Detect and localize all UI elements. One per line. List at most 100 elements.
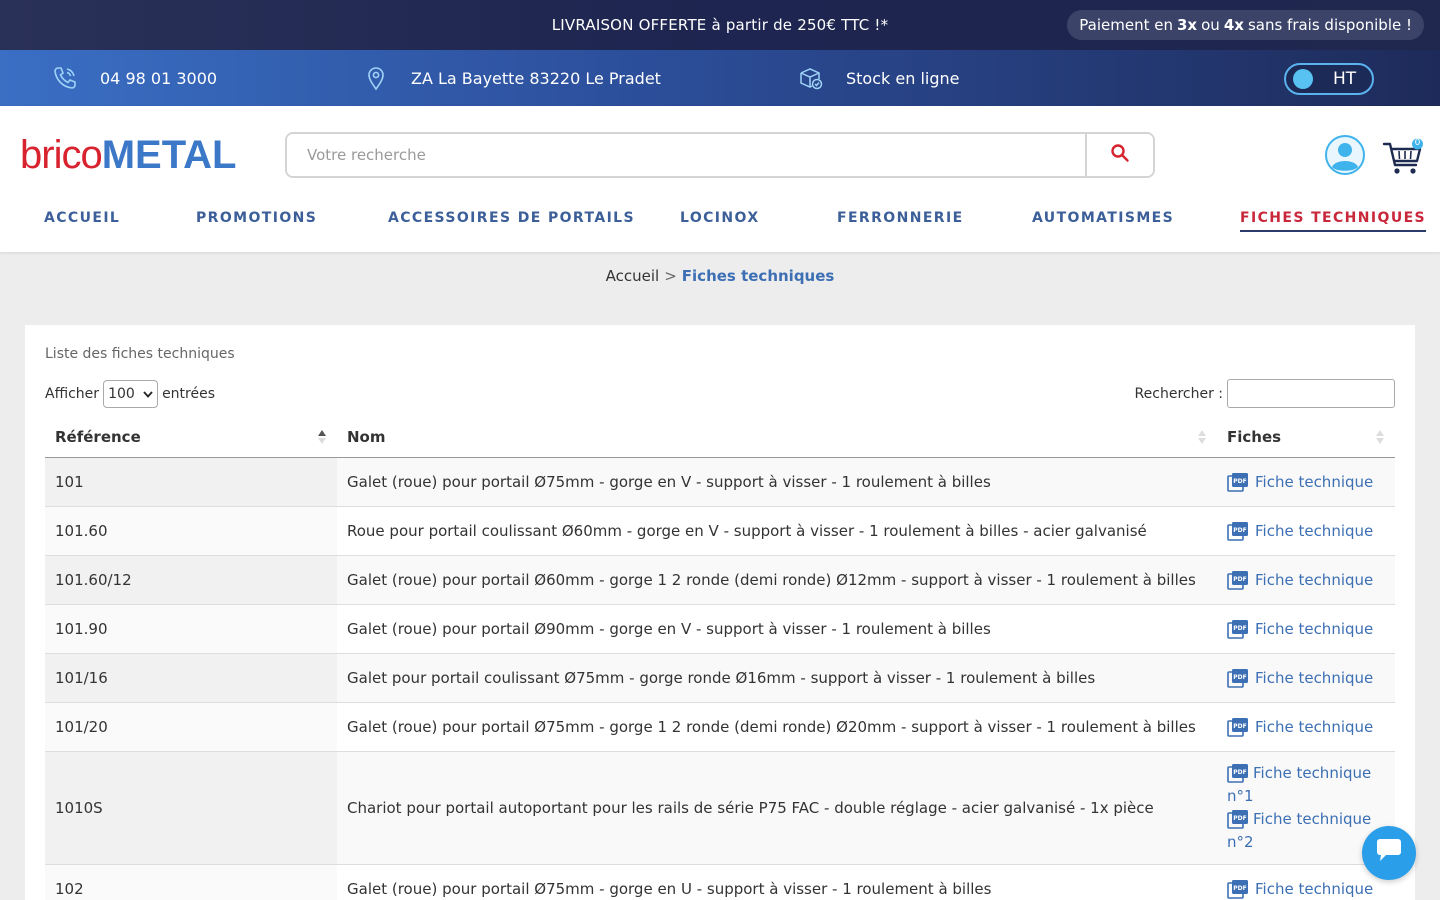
- address-info[interactable]: ZA La Bayette 83220 Le Pradet: [363, 50, 661, 106]
- row-nom: Galet (roue) pour portail Ø75mm - gorge …: [337, 701, 1217, 751]
- svg-text:PDF: PDF: [1233, 674, 1246, 681]
- search-box: [285, 132, 1155, 178]
- phone-icon: [52, 65, 78, 91]
- datasheet-link[interactable]: PDF Fiche technique: [1227, 472, 1385, 492]
- table-search-input[interactable]: [1227, 379, 1395, 408]
- stock-info[interactable]: Stock en ligne: [798, 50, 959, 106]
- nav-accueil[interactable]: ACCUEIL: [44, 210, 120, 226]
- promo-bar: LIVRAISON OFFERTE à partir de 250€ TTC !…: [0, 0, 1440, 50]
- datasheet-link-label: Fiche technique: [1253, 763, 1372, 782]
- row-reference: 101/16: [45, 652, 337, 702]
- pdf-icon: PDF: [1227, 472, 1249, 492]
- datasheet-link-1[interactable]: PDF Fiche technique n°1: [1227, 762, 1385, 808]
- pdf-icon: PDF: [1227, 879, 1249, 899]
- cart-icon[interactable]: 0: [1382, 138, 1426, 178]
- column-nom-label: Nom: [347, 427, 386, 446]
- ht-ttc-toggle[interactable]: HT: [1284, 63, 1374, 95]
- pdf-icon: PDF: [1227, 570, 1249, 590]
- nav-automatismes[interactable]: AUTOMATISMES: [1032, 210, 1174, 226]
- svg-text:PDF: PDF: [1233, 815, 1246, 822]
- entries-select[interactable]: 100: [103, 380, 159, 408]
- address-text: ZA La Bayette 83220 Le Pradet: [411, 68, 661, 88]
- table-search-control: Rechercher :: [1135, 379, 1395, 408]
- nav-fiches-techniques[interactable]: FICHES TECHNIQUES: [1240, 210, 1427, 232]
- datasheet-link[interactable]: PDF Fiche technique: [1227, 521, 1385, 541]
- row-nom: Galet (roue) pour portail Ø75mm - gorge …: [337, 456, 1217, 506]
- table-row: 101.60 Roue pour portail coulissant Ø60m…: [45, 505, 1395, 555]
- column-reference[interactable]: Référence: [45, 417, 337, 458]
- svg-text:PDF: PDF: [1233, 769, 1246, 776]
- row-nom: Chariot pour portail autoportant pour le…: [337, 750, 1217, 864]
- row-reference: 101: [45, 456, 337, 506]
- promo-text: LIVRAISON OFFERTE à partir de 250€ TTC !…: [551, 16, 889, 34]
- breadcrumb: Accueil > Fiches techniques: [0, 252, 1440, 300]
- search-input[interactable]: [287, 134, 1085, 176]
- nav-locinox[interactable]: LOCINOX: [680, 210, 760, 226]
- sort-icon: [1197, 429, 1207, 445]
- toggle-knob: [1293, 69, 1313, 89]
- site-logo[interactable]: brico METAL: [20, 130, 237, 180]
- datasheet-link[interactable]: PDF Fiche technique: [1227, 570, 1385, 590]
- payment-suffix: sans frais disponible !: [1247, 16, 1412, 34]
- entries-label: entrées: [162, 386, 216, 402]
- toggle-label: HT: [1333, 69, 1357, 89]
- datasheet-link-label: Fiche technique: [1255, 472, 1374, 491]
- main-nav: ACCUEIL PROMOTIONS ACCESSOIRES DE PORTAI…: [0, 210, 1440, 240]
- payment-prefix: Paiement en: [1079, 16, 1173, 34]
- table-row: 1010S Chariot pour portail autoportant p…: [45, 750, 1395, 864]
- datasheet-link-label: Fiche technique: [1255, 521, 1374, 540]
- search-icon: [1110, 143, 1130, 167]
- entries-value: 100: [108, 386, 135, 402]
- datasheet-link[interactable]: PDF Fiche technique: [1227, 668, 1385, 688]
- svg-text:PDF: PDF: [1233, 625, 1246, 632]
- column-nom[interactable]: Nom: [337, 417, 1217, 458]
- payment-or: ou: [1201, 16, 1220, 34]
- datasheet-link[interactable]: PDF Fiche technique: [1227, 717, 1385, 737]
- table-row: 101.60/12 Galet (roue) pour portail Ø60m…: [45, 554, 1395, 604]
- column-fiches-label: Fiches: [1227, 427, 1282, 446]
- datasheet-link-label: Fiche technique: [1255, 879, 1374, 898]
- sort-icon: [317, 429, 327, 445]
- logo-metal: METAL: [101, 132, 237, 177]
- datasheet-link-label: Fiche technique: [1255, 619, 1374, 638]
- pdf-icon: PDF: [1227, 763, 1249, 783]
- location-pin-icon: [363, 65, 389, 91]
- table-row: 101.90 Galet (roue) pour portail Ø90mm -…: [45, 603, 1395, 653]
- datasheet-link[interactable]: PDF Fiche technique: [1227, 619, 1385, 639]
- row-reference: 101.60: [45, 505, 337, 555]
- chat-icon: [1374, 837, 1404, 869]
- site-header: bricoMETAL 0 ACCUEIL PROMOTIONS ACCESSOI…: [0, 106, 1440, 252]
- nav-promotions[interactable]: PROMOTIONS: [196, 210, 317, 226]
- row-nom: Galet pour portail coulissant Ø75mm - go…: [337, 652, 1217, 702]
- datasheet-link-2[interactable]: PDF Fiche technique n°2: [1227, 808, 1385, 854]
- pdf-icon: PDF: [1227, 668, 1249, 688]
- nav-ferronnerie[interactable]: FERRONNERIE: [837, 210, 964, 226]
- pdf-icon: PDF: [1227, 717, 1249, 737]
- account-icon[interactable]: [1324, 134, 1366, 176]
- payment-3x: 3x: [1177, 16, 1198, 34]
- table-row: 101/16 Galet pour portail coulissant Ø75…: [45, 652, 1395, 702]
- payment-4x: 4x: [1223, 16, 1244, 34]
- datasheet-link[interactable]: PDF Fiche technique: [1227, 879, 1385, 899]
- phone-info[interactable]: 04 98 01 3000: [52, 50, 217, 106]
- datasheet-link-label: Fiche technique: [1255, 717, 1374, 736]
- breadcrumb-home[interactable]: Accueil: [606, 267, 660, 285]
- datasheets-table: Référence Nom Fiches 101 Galet (roue) po…: [45, 417, 1395, 900]
- stock-text: Stock en ligne: [846, 68, 960, 88]
- breadcrumb-separator: >: [664, 267, 677, 285]
- stock-box-icon: [798, 65, 824, 91]
- search-button[interactable]: [1085, 134, 1153, 176]
- list-title: Liste des fiches techniques: [45, 346, 235, 362]
- row-reference: 102: [45, 863, 337, 900]
- row-nom: Galet (roue) pour portail Ø75mm - gorge …: [337, 863, 1217, 900]
- svg-text:PDF: PDF: [1233, 723, 1246, 730]
- nav-accessoires-de-portails[interactable]: ACCESSOIRES DE PORTAILS: [388, 210, 635, 226]
- pdf-icon: PDF: [1227, 619, 1249, 639]
- column-fiches[interactable]: Fiches: [1217, 417, 1395, 458]
- row-reference: 1010S: [45, 750, 337, 864]
- payment-info-pill[interactable]: Paiement en 3x ou 4x sans frais disponib…: [1067, 10, 1424, 40]
- chat-button[interactable]: [1362, 826, 1416, 880]
- row-reference: 101.60/12: [45, 554, 337, 604]
- svg-text:PDF: PDF: [1233, 885, 1246, 892]
- table-row: 101/20 Galet (roue) pour portail Ø75mm -…: [45, 701, 1395, 751]
